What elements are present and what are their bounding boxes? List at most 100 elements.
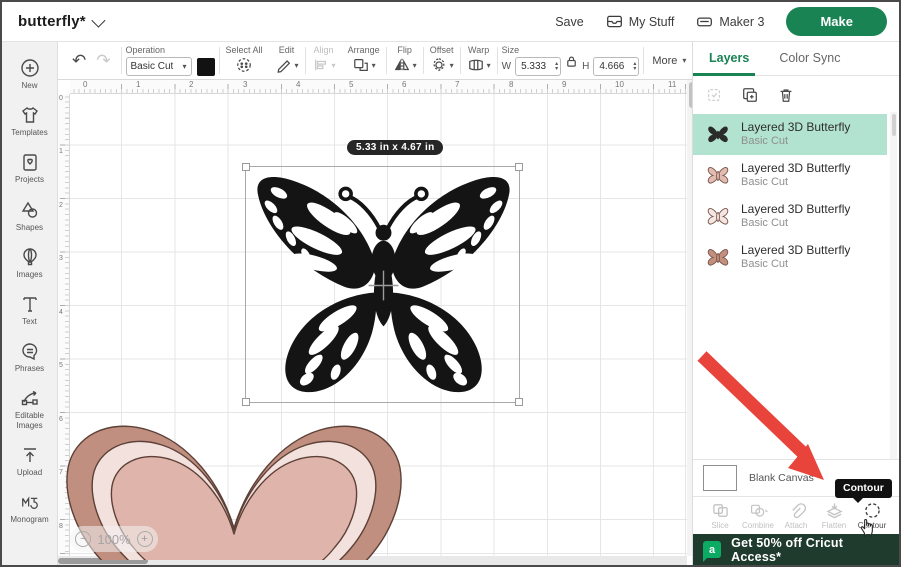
sidebar-item-text[interactable]: Text	[3, 288, 57, 332]
ruler-number: 4	[296, 80, 300, 89]
ruler-number: 2	[189, 80, 193, 89]
ruler-number: 1	[136, 80, 140, 89]
more-menu[interactable]: More▾	[644, 42, 694, 79]
upload-icon	[20, 445, 40, 465]
blank-canvas-swatch[interactable]	[703, 465, 737, 491]
sidebar-item-images[interactable]: Images	[3, 241, 57, 285]
attach-button[interactable]: Attach	[777, 502, 815, 530]
operation-select[interactable]: Basic Cut▾	[126, 57, 192, 76]
height-input[interactable]: 4.666 ▴▾	[593, 57, 639, 76]
layer-thumbnail-butterfly	[705, 246, 731, 270]
layers-list: Layered 3D Butterfly Basic Cut Layered 3…	[693, 112, 899, 459]
layers-scrollbar[interactable]	[890, 112, 897, 459]
redo-button[interactable]: ↷	[91, 52, 115, 69]
width-label: W	[502, 61, 511, 72]
layer-row-2[interactable]: Layered 3D Butterfly Basic Cut	[693, 155, 887, 196]
hot-air-balloon-icon	[20, 247, 40, 267]
my-stuff-button[interactable]: My Stuff	[606, 13, 675, 30]
tab-layers[interactable]: Layers	[693, 42, 763, 75]
sidebar-item-templates[interactable]: Templates	[3, 99, 57, 143]
slice-button[interactable]: Slice	[701, 502, 739, 530]
sidebar-item-upload[interactable]: Upload	[3, 439, 57, 483]
operation-label: Operation	[126, 45, 215, 55]
group-select-icon[interactable]	[705, 86, 723, 104]
offset-menu[interactable]: Offset ▾	[424, 42, 460, 79]
layer-row-4[interactable]: Layered 3D Butterfly Basic Cut	[693, 237, 887, 278]
layer-thumbnail-butterfly	[705, 164, 731, 188]
machine-select-button[interactable]: Maker 3	[696, 13, 764, 30]
select-all-button[interactable]: Select All	[220, 42, 269, 79]
sidebar-item-editable-images[interactable]: Editable Images	[3, 382, 57, 435]
ruler-number: 1	[59, 148, 63, 155]
warp-menu[interactable]: Warp ▾	[461, 42, 497, 79]
flatten-button[interactable]: Flatten	[815, 502, 853, 530]
dimensions-badge: 5.33 in x 4.67 in	[347, 140, 443, 155]
ruler-number: 11	[668, 80, 676, 89]
combine-button[interactable]: Combine	[739, 502, 777, 530]
resize-handle-bottom-right[interactable]	[515, 398, 523, 406]
zoom-in-button[interactable]: +	[137, 531, 153, 547]
project-title: butterfly*	[18, 13, 86, 30]
layer-thumbnail-butterfly	[705, 123, 731, 147]
zoom-out-button[interactable]: −	[75, 531, 91, 547]
selection-box[interactable]	[245, 166, 520, 403]
editable-images-icon	[20, 388, 40, 408]
height-stepper[interactable]: ▴▾	[633, 62, 636, 71]
ruler-number: 8	[509, 80, 513, 89]
black-butterfly-graphic	[246, 167, 521, 404]
chevron-down-icon	[91, 13, 105, 27]
lock-aspect-button[interactable]	[565, 55, 578, 68]
resize-handle-top-left[interactable]	[242, 163, 250, 171]
contour-button[interactable]: Contour	[853, 502, 891, 530]
projects-icon	[20, 152, 40, 172]
resize-handle-top-right[interactable]	[515, 163, 523, 171]
resize-handle-bottom-left[interactable]	[242, 398, 250, 406]
layer-thumbnail-butterfly	[705, 205, 731, 229]
cricut-access-banner[interactable]: a Get 50% off Cricut Access*	[693, 534, 899, 565]
zoom-control: − 100% +	[70, 526, 158, 552]
trash-icon[interactable]	[777, 86, 795, 104]
align-menu[interactable]: Align ▾	[306, 42, 342, 79]
flip-menu[interactable]: Flip ▾	[387, 42, 423, 79]
lock-icon	[565, 55, 578, 68]
arrange-menu[interactable]: Arrange ▾	[342, 42, 386, 79]
duplicate-icon[interactable]	[741, 86, 759, 104]
top-bar: butterfly* Save My Stuff Maker 3 Make	[2, 2, 899, 42]
tab-color-sync[interactable]: Color Sync	[763, 42, 854, 75]
flatten-icon	[825, 502, 844, 519]
phrases-icon	[20, 341, 40, 361]
layer-row-1[interactable]: Layered 3D Butterfly Basic Cut	[693, 114, 887, 155]
flip-icon	[393, 57, 411, 73]
sidebar-item-monogram[interactable]: Monogram	[3, 486, 57, 530]
ruler-number: 7	[455, 80, 459, 89]
sidebar-item-new[interactable]: New	[3, 52, 57, 96]
width-stepper[interactable]: ▴▾	[555, 62, 558, 71]
undo-button[interactable]: ↶	[67, 52, 91, 69]
shapes-icon	[20, 200, 40, 220]
tshirt-icon	[20, 105, 40, 125]
slice-icon	[711, 502, 730, 519]
layer-row-3[interactable]: Layered 3D Butterfly Basic Cut	[693, 196, 887, 237]
text-icon	[20, 294, 40, 314]
left-sidebar: New Templates Projects Shapes Images Tex…	[2, 42, 58, 565]
sidebar-item-projects[interactable]: Projects	[3, 146, 57, 190]
color-swatch[interactable]	[197, 58, 215, 76]
width-input[interactable]: 5.333 ▴▾	[515, 57, 561, 76]
save-button[interactable]: Save	[555, 15, 584, 29]
ruler-number: 4	[59, 309, 63, 316]
edit-menu[interactable]: Edit ▾	[269, 42, 305, 79]
cricut-access-icon: a	[703, 541, 721, 558]
make-button[interactable]: Make	[786, 7, 887, 36]
ruler-number: 0	[83, 80, 87, 89]
zoom-level: 100%	[97, 532, 130, 547]
monogram-icon	[20, 492, 40, 512]
ruler-number: 3	[59, 255, 63, 262]
warp-icon	[467, 57, 485, 73]
design-canvas[interactable]: 0 1 2 3 4 5 6 7 8 9 10 11 0 1 2 3 4 5 6 …	[58, 80, 696, 565]
edit-toolbar: ↶ ↷ Operation Basic Cut▾ Select All Edit…	[58, 42, 696, 80]
sidebar-item-shapes[interactable]: Shapes	[3, 194, 57, 238]
project-title-menu[interactable]: butterfly*	[18, 13, 102, 30]
ruler-number: 5	[59, 362, 63, 369]
sidebar-item-phrases[interactable]: Phrases	[3, 335, 57, 379]
ruler-number: 0	[59, 95, 63, 102]
